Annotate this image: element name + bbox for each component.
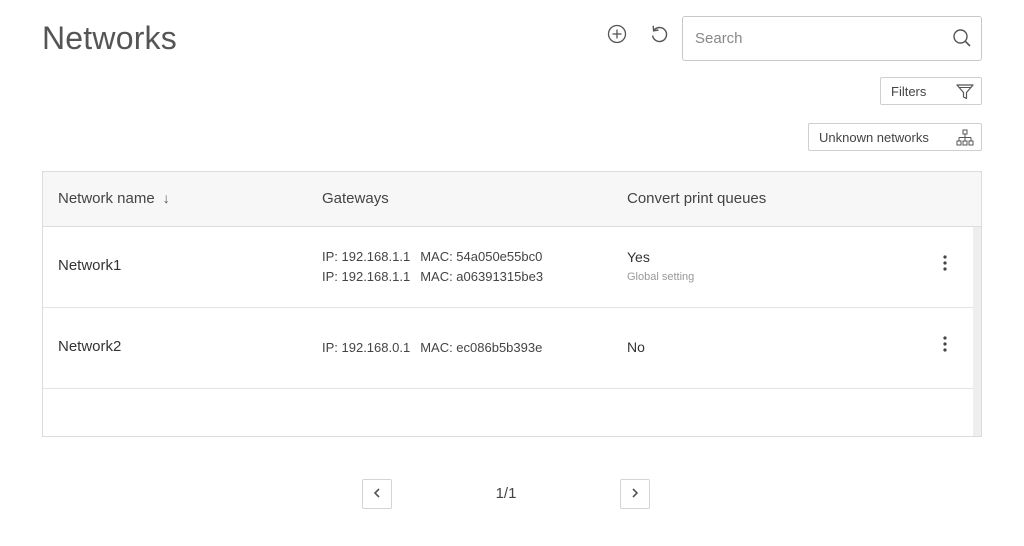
convert-note: Global setting bbox=[627, 271, 695, 283]
chevron-left-icon bbox=[371, 487, 383, 502]
gateway-ip: IP: 192.168.1.1 bbox=[322, 269, 411, 284]
gateway-entry: IP: 192.168.0.1 MAC: ec086b5b393e bbox=[322, 340, 542, 355]
kebab-menu-icon bbox=[943, 335, 947, 357]
plus-circle-icon bbox=[607, 24, 627, 47]
page-indicator: 1/1 bbox=[495, 485, 517, 502]
sort-arrow-icon: ↓ bbox=[162, 190, 170, 206]
table-row[interactable]: Network2 IP: 192.168.0.1 MAC: ec086b5b393… bbox=[43, 308, 973, 389]
table-empty-area bbox=[43, 389, 973, 436]
network-name: Network2 bbox=[58, 338, 122, 355]
previous-page-button[interactable] bbox=[362, 479, 392, 509]
column-header-gateways: Gateways bbox=[322, 190, 389, 207]
unknown-networks-button[interactable]: Unknown networks bbox=[808, 123, 982, 151]
networks-table: Network name ↓ Gateways Convert print que… bbox=[42, 171, 982, 437]
row-menu-button[interactable] bbox=[936, 334, 954, 358]
kebab-menu-icon bbox=[943, 254, 947, 276]
filters-button[interactable]: Filters bbox=[880, 77, 982, 105]
convert-value: No bbox=[627, 339, 645, 355]
add-network-button[interactable] bbox=[603, 21, 631, 49]
unknown-networks-label: Unknown networks bbox=[819, 129, 929, 145]
networks-page: Networks Filters bbox=[0, 0, 1024, 546]
page-title: Networks bbox=[42, 20, 177, 56]
search-input[interactable] bbox=[683, 17, 943, 60]
column-header-label: Network name bbox=[58, 190, 155, 207]
refresh-icon bbox=[649, 24, 669, 47]
search-box bbox=[682, 16, 982, 61]
refresh-button[interactable] bbox=[645, 21, 673, 49]
sitemap-icon bbox=[955, 128, 975, 151]
column-header-network-name[interactable]: Network name ↓ bbox=[58, 190, 170, 207]
column-header-convert-print-queues: Convert print queues bbox=[627, 190, 767, 207]
gateway-ip: IP: 192.168.1.1 bbox=[322, 249, 411, 264]
row-menu-button[interactable] bbox=[936, 253, 954, 277]
filters-label: Filters bbox=[891, 83, 927, 99]
convert-value: Yes bbox=[627, 249, 650, 265]
table-row[interactable]: Network1 IP: 192.168.1.1 MAC: 54a050e55bc… bbox=[43, 227, 973, 308]
gateway-mac: MAC: a06391315be3 bbox=[420, 269, 544, 284]
gateway-ip: IP: 192.168.0.1 bbox=[322, 340, 411, 355]
funnel-icon bbox=[955, 82, 975, 105]
table-scrollbar[interactable] bbox=[973, 227, 981, 436]
network-name: Network1 bbox=[58, 257, 122, 274]
table-header: Network name ↓ Gateways Convert print que… bbox=[43, 172, 981, 227]
next-page-button[interactable] bbox=[620, 479, 650, 509]
search-icon[interactable] bbox=[951, 27, 973, 49]
gateway-mac: MAC: 54a050e55bc0 bbox=[420, 249, 543, 264]
gateway-entry: IP: 192.168.1.1 MAC: a06391315be3 bbox=[322, 269, 543, 284]
gateway-entry: IP: 192.168.1.1 MAC: 54a050e55bc0 bbox=[322, 249, 542, 264]
gateway-mac: MAC: ec086b5b393e bbox=[420, 340, 543, 355]
chevron-right-icon bbox=[629, 487, 641, 502]
